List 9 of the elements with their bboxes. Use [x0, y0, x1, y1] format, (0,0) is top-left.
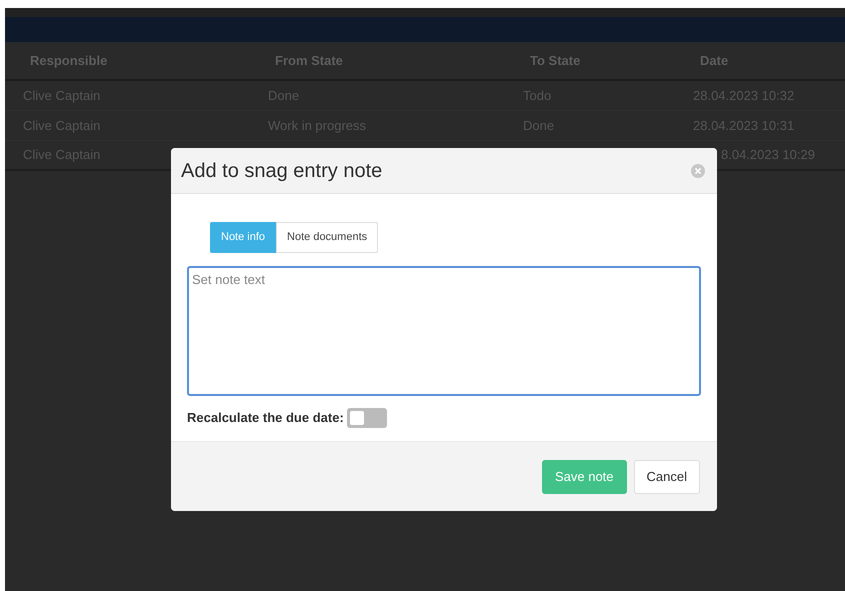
- toggle-switch[interactable]: [347, 408, 388, 428]
- dialog-title: Add to snag entry note: [181, 158, 382, 184]
- recalculate-label: Recalculate the due date:: [187, 408, 344, 427]
- tab[interactable]: Note documents: [276, 222, 378, 252]
- note-field[interactable]: Set note text: [187, 266, 701, 396]
- close-icon[interactable]: [691, 164, 705, 178]
- tab[interactable]: Note info: [210, 222, 276, 252]
- save-button[interactable]: Save note: [542, 460, 627, 494]
- cancel-button[interactable]: Cancel: [634, 460, 700, 494]
